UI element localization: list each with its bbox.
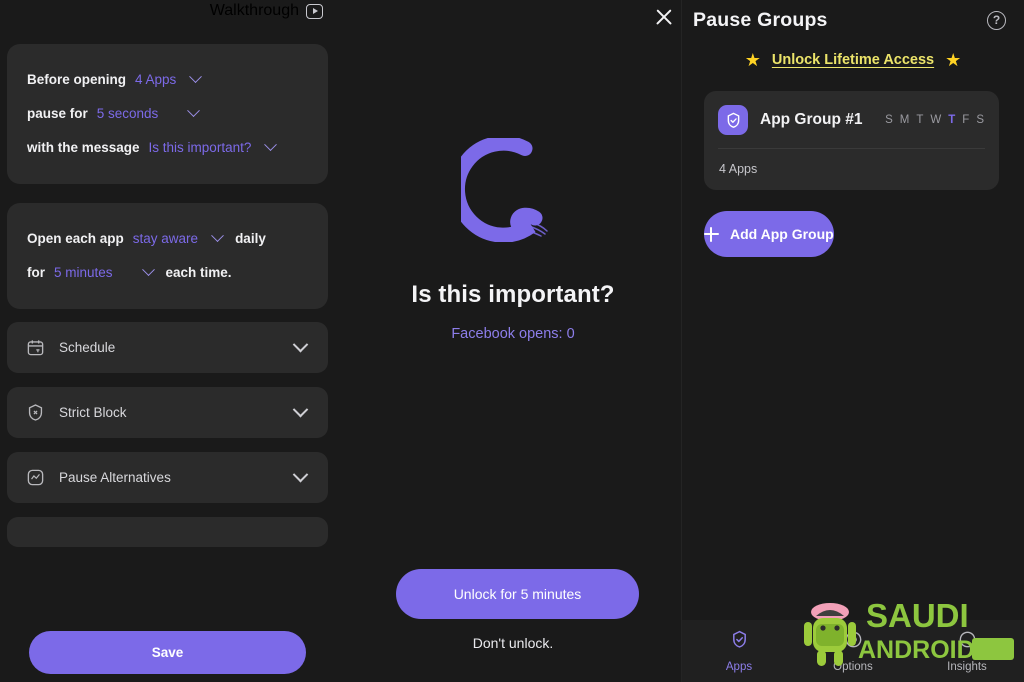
app-group-name: App Group #1 — [760, 111, 863, 128]
calendar-icon — [26, 338, 45, 357]
config-row-before-opening[interactable]: Before opening 4 Apps — [27, 62, 308, 96]
dont-unlock-link[interactable]: Don't unlock. — [345, 635, 681, 651]
pause-duration-value[interactable]: 5 seconds — [97, 106, 159, 121]
weekday-fri: F — [962, 114, 970, 126]
weekday-tue: T — [916, 114, 924, 126]
unlock-button[interactable]: Unlock for 5 minutes — [396, 569, 639, 619]
chevron-down-icon[interactable] — [264, 137, 278, 151]
config-label: with the message — [27, 139, 140, 155]
weekday-thu: T — [948, 114, 956, 126]
chevron-down-icon[interactable] — [292, 336, 309, 353]
config-row-for-duration[interactable]: for 5 minutes each time. — [27, 255, 308, 289]
apps-count-value[interactable]: 4 Apps — [135, 72, 176, 87]
pause-groups-header: Pause Groups ? — [682, 0, 1024, 40]
config-suffix: each time. — [165, 264, 232, 280]
collapse-row-strict-block[interactable]: Strict Block — [7, 387, 328, 438]
shield-check-icon — [729, 629, 750, 655]
nav-item-options[interactable]: Options — [796, 629, 910, 673]
chevron-down-icon[interactable] — [292, 466, 309, 483]
play-icon[interactable] — [306, 3, 323, 19]
save-button[interactable]: Save — [29, 631, 306, 674]
nav-label-apps: Apps — [725, 661, 753, 673]
nav-label-insights: Insights — [947, 661, 987, 673]
awareness-mode-value[interactable]: stay aware — [133, 231, 198, 246]
pause-overlay-panel: Is this important? Facebook opens: 0 Unl… — [345, 0, 681, 682]
usage-config-card: Open each app stay aware daily for 5 min… — [7, 203, 328, 309]
walkthrough-label: Walkthrough — [209, 2, 299, 19]
pause-groups-panel: Pause Groups ? ★ Unlock Lifetime Access … — [681, 0, 1024, 682]
page-title: Pause Groups — [693, 8, 828, 31]
plus-icon — [704, 226, 719, 242]
chevron-down-icon[interactable] — [141, 262, 155, 276]
config-row-open-each-app[interactable]: Open each app stay aware daily — [27, 221, 308, 255]
config-label: Before opening — [27, 71, 127, 87]
bottom-navigation: Apps Options Insights — [682, 620, 1024, 682]
nav-label-options: Options — [833, 661, 873, 673]
config-label: pause for — [27, 105, 88, 121]
chevron-down-icon[interactable] — [189, 69, 203, 83]
close-icon[interactable] — [651, 4, 677, 30]
chevron-down-icon[interactable] — [292, 401, 309, 418]
collapse-row-label: Strict Block — [59, 405, 127, 420]
weekday-wed: W — [930, 114, 942, 126]
app-group-apps-count: 4 Apps — [719, 162, 758, 176]
gear-icon — [843, 629, 864, 655]
chevron-down-icon[interactable] — [211, 228, 224, 242]
app-group-header: App Group #1 S M T W T F S — [704, 91, 999, 148]
chart-icon — [957, 629, 978, 655]
collapse-row-partial[interactable] — [7, 517, 328, 547]
star-icon: ★ — [744, 50, 761, 70]
add-app-group-label: Add App Group — [730, 226, 834, 242]
collapse-row-schedule[interactable]: Schedule — [7, 322, 328, 373]
pause-message-title: Is this important? — [411, 281, 615, 308]
enso-circle-logo — [449, 135, 565, 243]
chevron-down-icon[interactable] — [187, 103, 201, 117]
question-mark-icon[interactable]: ? — [987, 10, 1006, 30]
app-screen: Walkthrough Before opening 4 Apps pause … — [0, 0, 1024, 682]
pulse-square-icon — [26, 468, 45, 487]
add-app-group-button[interactable]: Add App Group — [704, 211, 834, 257]
config-label: for — [27, 264, 45, 280]
weekday-mon: M — [899, 114, 910, 126]
shield-x-icon — [26, 403, 45, 422]
walkthrough-bar[interactable]: Walkthrough — [0, 0, 345, 22]
unlock-lifetime-access-link[interactable]: Unlock Lifetime Access — [772, 52, 934, 68]
left-settings-panel: Walkthrough Before opening 4 Apps pause … — [0, 0, 345, 682]
message-value[interactable]: Is this important? — [149, 140, 252, 155]
collapse-row-label: Pause Alternatives — [59, 470, 171, 485]
app-opens-counter: Facebook opens: 0 — [451, 326, 575, 342]
shield-check-icon — [718, 105, 748, 135]
weekday-sun: S — [885, 114, 893, 126]
app-group-card[interactable]: App Group #1 S M T W T F S 4 Apps — [704, 91, 999, 190]
collapse-row-label: Schedule — [59, 340, 116, 355]
config-label: Open each app — [27, 230, 124, 246]
collapse-row-pause-alternatives[interactable]: Pause Alternatives — [7, 452, 328, 503]
usage-duration-value[interactable]: 5 minutes — [54, 265, 113, 280]
star-icon: ★ — [945, 50, 962, 70]
weekday-sat: S — [976, 114, 984, 126]
nav-item-apps[interactable]: Apps — [682, 629, 796, 673]
config-suffix: daily — [235, 230, 266, 246]
config-row-message[interactable]: with the message Is this important? — [27, 130, 308, 164]
weekday-indicators: S M T W T F S — [885, 114, 984, 126]
config-row-pause-for[interactable]: pause for 5 seconds — [27, 96, 308, 130]
nav-item-insights[interactable]: Insights — [910, 629, 1024, 673]
lifetime-access-row[interactable]: ★ Unlock Lifetime Access ★ — [682, 51, 1024, 69]
pause-config-card: Before opening 4 Apps pause for 5 second… — [7, 44, 328, 184]
